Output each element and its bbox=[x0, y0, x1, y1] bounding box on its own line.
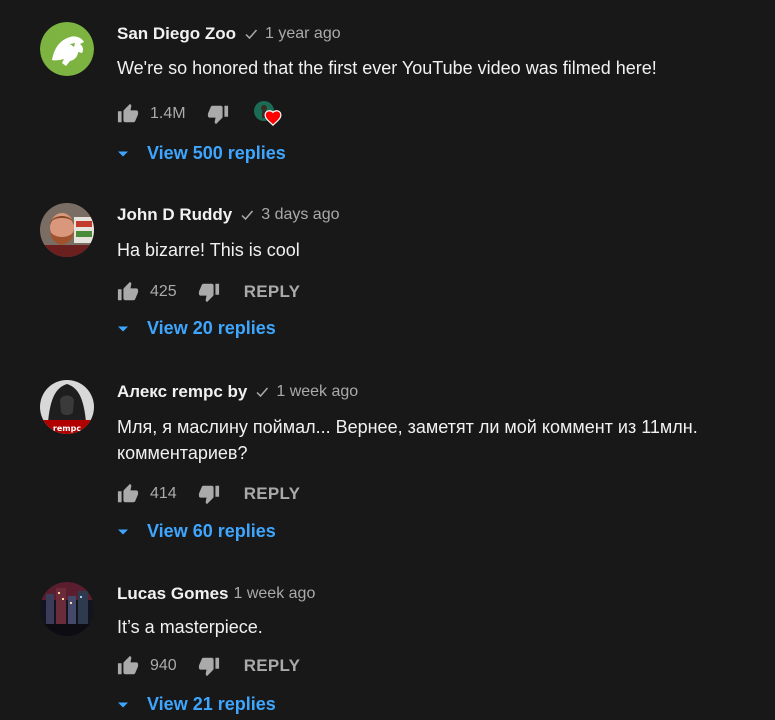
author-name[interactable]: San Diego Zoo bbox=[117, 24, 236, 44]
thumb-up-icon bbox=[117, 103, 139, 123]
caret-down-icon bbox=[118, 529, 128, 534]
like-button[interactable] bbox=[117, 483, 139, 505]
comment-toolbar: 940 REPLY bbox=[117, 653, 300, 679]
reply-button[interactable]: REPLY bbox=[244, 656, 301, 676]
thumb-up-icon bbox=[117, 655, 139, 675]
view-replies-label: View 20 replies bbox=[147, 318, 276, 338]
bearded-man-photo-icon bbox=[40, 203, 94, 257]
like-button[interactable] bbox=[117, 103, 139, 125]
comment-text: Ha bizarre! This is cool bbox=[117, 240, 300, 260]
thumb-up-icon bbox=[117, 483, 139, 503]
dislike-button[interactable] bbox=[198, 655, 220, 677]
lion-logo-icon bbox=[40, 22, 94, 76]
author-name[interactable]: John D Ruddy bbox=[117, 205, 232, 225]
comment-section: San Diego Zoo 1 year ago We're so honore… bbox=[0, 0, 775, 720]
avatar[interactable] bbox=[40, 22, 94, 76]
thumb-down-icon bbox=[198, 657, 219, 677]
thumb-down-icon bbox=[198, 283, 219, 303]
dislike-button[interactable] bbox=[207, 103, 229, 125]
dislike-button[interactable] bbox=[198, 281, 220, 303]
reply-button[interactable]: REPLY bbox=[244, 484, 301, 504]
city-night-photo-icon bbox=[40, 582, 94, 636]
view-replies-button[interactable]: View 20 replies bbox=[117, 318, 276, 339]
comment-timestamp[interactable]: 1 week ago bbox=[276, 382, 358, 402]
comment-toolbar: 414 REPLY bbox=[117, 481, 300, 507]
check-icon bbox=[240, 208, 254, 222]
check-icon bbox=[244, 27, 258, 41]
comment-timestamp[interactable]: 1 week ago bbox=[234, 584, 316, 604]
dislike-button[interactable] bbox=[198, 483, 220, 505]
view-replies-button[interactable]: View 21 replies bbox=[117, 694, 276, 715]
like-button[interactable] bbox=[117, 655, 139, 677]
thumb-down-icon bbox=[198, 485, 219, 505]
svg-text:rempc: rempc bbox=[53, 424, 81, 433]
comment-timestamp[interactable]: 1 year ago bbox=[265, 24, 341, 44]
like-count: 1.4M bbox=[150, 105, 186, 122]
like-count: 425 bbox=[150, 283, 177, 300]
comment-header: Lucas Gomes 1 week ago bbox=[117, 584, 315, 604]
comment-header: Алекс rempc by 1 week ago bbox=[117, 382, 358, 402]
comment-text: Мля, я маслину поймал... Вернее, заметят… bbox=[117, 417, 698, 463]
heart-icon bbox=[264, 109, 282, 126]
view-replies-button[interactable]: View 60 replies bbox=[117, 521, 276, 542]
caret-down-icon bbox=[118, 702, 128, 707]
thumb-up-icon bbox=[117, 281, 139, 301]
comment-header: John D Ruddy 3 days ago bbox=[117, 205, 340, 225]
caret-down-icon bbox=[118, 326, 128, 331]
comment-toolbar: 425 REPLY bbox=[117, 279, 300, 305]
reply-button[interactable]: REPLY bbox=[244, 282, 301, 302]
avatar[interactable] bbox=[40, 582, 94, 636]
author-name[interactable]: Алекс rempc by bbox=[117, 382, 247, 402]
avatar[interactable]: rempc bbox=[40, 380, 94, 434]
like-count: 940 bbox=[150, 657, 177, 674]
view-replies-label: View 60 replies bbox=[147, 521, 276, 541]
view-replies-button[interactable]: View 500 replies bbox=[117, 143, 286, 164]
thumb-down-icon bbox=[207, 105, 228, 125]
creator-heart-badge bbox=[253, 101, 282, 127]
hooded-assassin-logo-icon: rempc bbox=[40, 380, 94, 434]
view-replies-label: View 21 replies bbox=[147, 694, 276, 714]
comment-toolbar: 1.4M bbox=[117, 101, 282, 127]
view-replies-label: View 500 replies bbox=[147, 143, 286, 163]
comment-header: San Diego Zoo 1 year ago bbox=[117, 24, 341, 44]
like-button[interactable] bbox=[117, 281, 139, 303]
like-count: 414 bbox=[150, 485, 177, 502]
author-name[interactable]: Lucas Gomes bbox=[117, 584, 229, 604]
comment-text: We're so honored that the first ever You… bbox=[117, 58, 657, 78]
comment-timestamp[interactable]: 3 days ago bbox=[261, 205, 339, 225]
check-icon bbox=[255, 385, 269, 399]
avatar[interactable] bbox=[40, 203, 94, 257]
comment-text: It’s a masterpiece. bbox=[117, 617, 263, 637]
caret-down-icon bbox=[118, 151, 128, 156]
